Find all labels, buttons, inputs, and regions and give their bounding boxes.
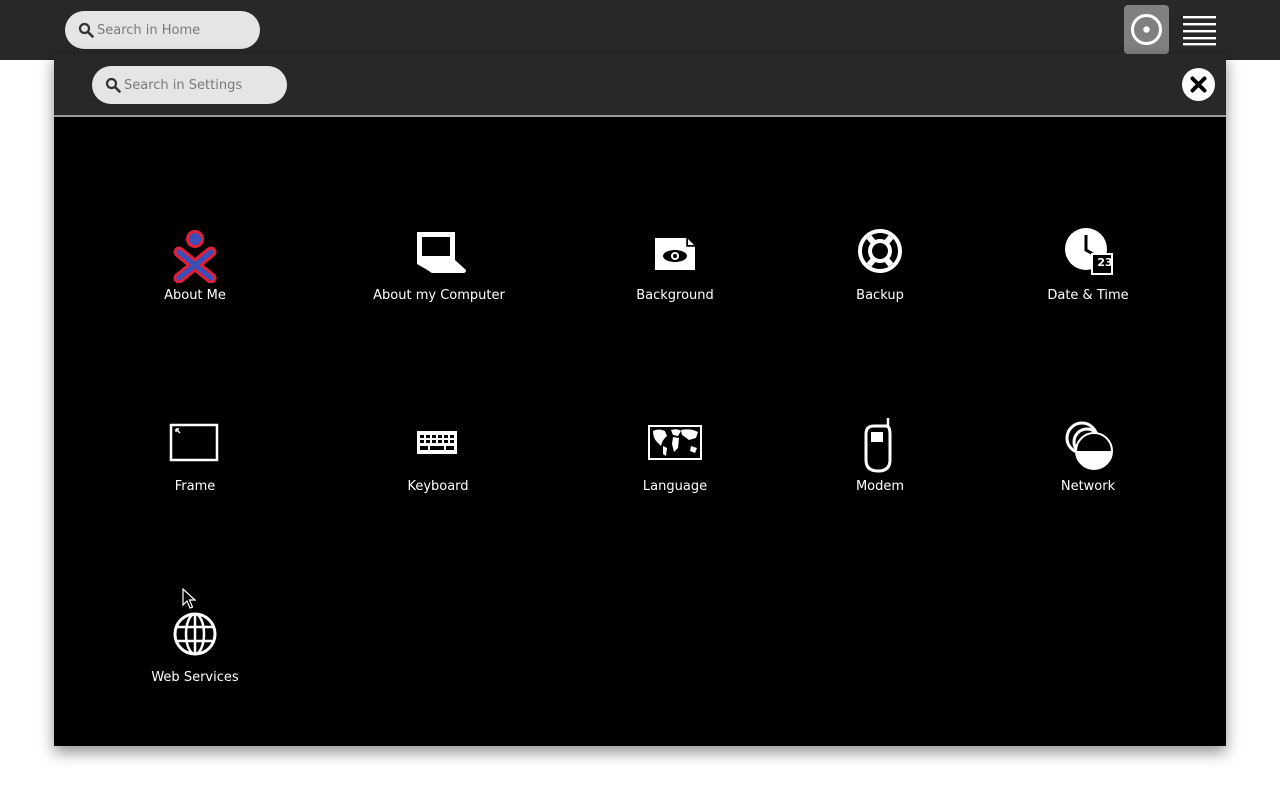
keyboard-icon bbox=[417, 431, 457, 454]
background-image-icon bbox=[655, 238, 695, 270]
mouse-pointer-icon bbox=[182, 588, 196, 609]
settings-item-background[interactable]: Background bbox=[575, 227, 775, 327]
settings-search-input[interactable] bbox=[92, 66, 287, 104]
search-icon bbox=[78, 22, 94, 38]
settings-header bbox=[54, 54, 1226, 117]
settings-item-about-me[interactable]: About Me bbox=[95, 227, 295, 327]
home-view-button[interactable] bbox=[1124, 5, 1169, 54]
xo-person-icon bbox=[173, 230, 217, 283]
settings-item-label: Backup bbox=[856, 288, 904, 303]
search-icon bbox=[105, 77, 121, 93]
settings-item-label: Web Services bbox=[151, 670, 239, 685]
settings-item-about-my-computer[interactable]: About my Computer bbox=[339, 227, 539, 327]
world-map-icon bbox=[648, 425, 702, 460]
settings-item-network[interactable]: Network bbox=[988, 418, 1188, 518]
settings-item-web-services[interactable]: Web Services bbox=[95, 609, 295, 709]
date-badge: 23 bbox=[1097, 256, 1113, 269]
settings-item-label: Background bbox=[636, 288, 714, 303]
phone-icon bbox=[864, 418, 892, 473]
settings-dialog: About Me About my Computer Background bbox=[54, 54, 1226, 746]
settings-item-date-time[interactable]: 23 Date & Time bbox=[988, 227, 1188, 327]
settings-item-frame[interactable]: Frame bbox=[95, 418, 295, 518]
settings-item-label: About Me bbox=[164, 288, 226, 303]
hamburger-menu-icon[interactable] bbox=[1183, 14, 1217, 46]
settings-item-label: About my Computer bbox=[373, 288, 505, 303]
clock-calendar-icon bbox=[1065, 228, 1113, 275]
close-button[interactable] bbox=[1182, 68, 1215, 101]
settings-item-label: Language bbox=[642, 479, 708, 494]
settings-item-language[interactable]: Language bbox=[575, 418, 775, 518]
settings-grid: About Me About my Computer Background Ba… bbox=[54, 117, 1226, 746]
settings-item-backup[interactable]: Backup bbox=[780, 227, 980, 327]
frame-icon bbox=[169, 423, 219, 462]
home-toolbar bbox=[0, 0, 1280, 60]
close-icon bbox=[1190, 76, 1207, 93]
settings-item-label: Keyboard bbox=[407, 479, 469, 494]
laptop-icon bbox=[417, 232, 466, 273]
settings-item-modem[interactable]: Modem bbox=[780, 418, 980, 518]
settings-item-label: Date & Time bbox=[1047, 288, 1129, 303]
globe-icon bbox=[173, 612, 217, 656]
settings-item-label: Modem bbox=[855, 479, 905, 494]
settings-item-label: Network bbox=[1060, 479, 1116, 494]
home-search-input[interactable] bbox=[65, 11, 260, 49]
network-icon bbox=[1065, 421, 1113, 470]
settings-item-keyboard[interactable]: Keyboard bbox=[338, 418, 538, 518]
home-view-icon bbox=[1131, 14, 1162, 45]
lifebuoy-icon bbox=[858, 229, 902, 273]
settings-item-label: Frame bbox=[174, 479, 216, 494]
